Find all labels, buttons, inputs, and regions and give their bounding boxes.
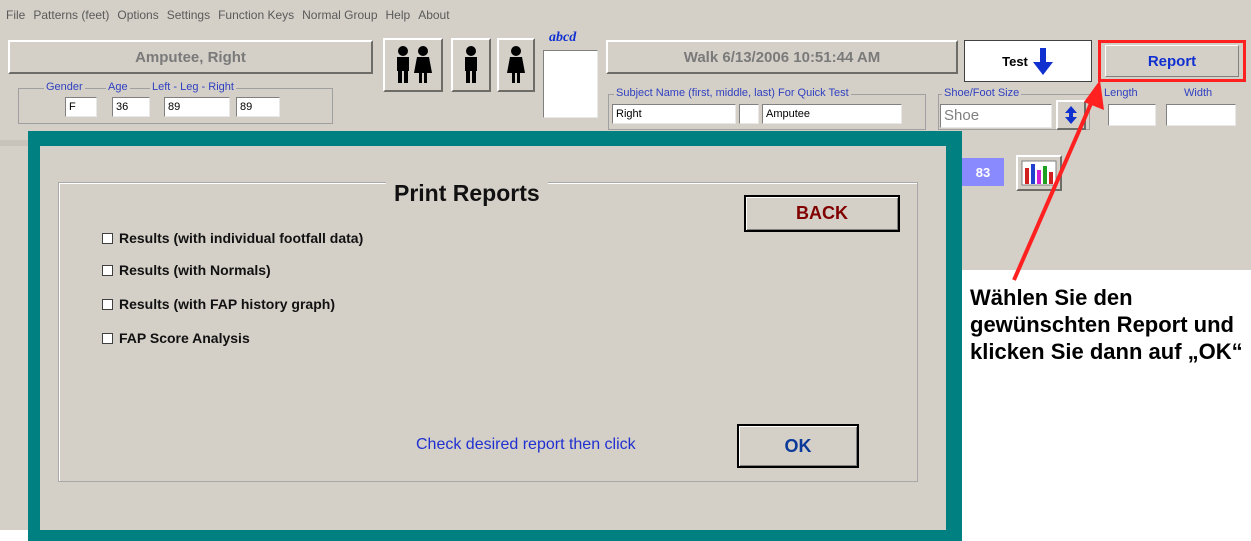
gender-field[interactable]: F <box>65 97 97 117</box>
report-option-label: Results (with individual footfall data) <box>119 230 364 246</box>
middle-name-field[interactable] <box>739 104 759 124</box>
report-label: Report <box>1105 45 1239 77</box>
report-button[interactable]: Report <box>1098 40 1246 82</box>
abcd-label: abcd <box>549 30 577 45</box>
menu-bar: File Patterns (feet) Options Settings Fu… <box>0 0 960 30</box>
menu-function-keys[interactable]: Function Keys <box>218 8 294 22</box>
report-option-fap-score[interactable]: FAP Score Analysis <box>102 330 250 346</box>
woman-icon <box>507 46 525 83</box>
right-leg-field[interactable]: 89 <box>236 97 280 117</box>
width-label: Width <box>1184 87 1213 99</box>
menu-file[interactable]: File <box>6 8 25 22</box>
gender-label: Gender <box>44 81 85 93</box>
group-figure-button[interactable] <box>383 38 443 92</box>
annotation-callout: Wählen Sie den gewünschten Report und kl… <box>970 285 1243 364</box>
man-icon <box>465 46 477 83</box>
length-field[interactable] <box>1108 104 1156 126</box>
report-option-normals[interactable]: Results (with Normals) <box>102 262 271 278</box>
menu-options[interactable]: Options <box>117 8 158 22</box>
width-field[interactable] <box>1166 104 1236 126</box>
left-leg-field[interactable]: 89 <box>164 97 230 117</box>
report-option-label: Results (with Normals) <box>119 262 271 278</box>
checkbox[interactable] <box>102 264 113 276</box>
subject-label: Subject Name (first, middle, last) For Q… <box>614 87 851 99</box>
dialog-title: Print Reports <box>386 180 548 207</box>
couple-icon <box>397 46 432 83</box>
checkbox[interactable] <box>102 332 113 344</box>
report-option-label: Results (with FAP history graph) <box>119 296 335 312</box>
patient-name-button[interactable]: Amputee, Right <box>8 40 373 74</box>
report-option-label: FAP Score Analysis <box>119 330 250 346</box>
first-name-field[interactable]: Right <box>612 104 736 124</box>
instruction-text: Check desired report then click <box>416 436 636 453</box>
annotation-arrow-icon <box>1012 80 1104 281</box>
age-field[interactable]: 36 <box>112 97 150 117</box>
menu-settings[interactable]: Settings <box>167 8 210 22</box>
walk-session-button[interactable]: Walk 6/13/2006 10:51:44 AM <box>606 40 958 74</box>
menu-help[interactable]: Help <box>386 8 411 22</box>
leg-label: Left - Leg - Right <box>150 81 236 93</box>
last-name-field[interactable]: Amputee <box>762 104 902 124</box>
signature-box[interactable] <box>543 50 598 118</box>
report-option-fap-history[interactable]: Results (with FAP history graph) <box>102 296 335 312</box>
age-label: Age <box>106 81 130 93</box>
menu-about[interactable]: About <box>418 8 449 22</box>
back-button[interactable]: BACK <box>744 195 900 232</box>
score-badge: 83 <box>962 158 1004 186</box>
menu-normal-group[interactable]: Normal Group <box>302 8 377 22</box>
checkbox[interactable] <box>102 298 113 310</box>
report-option-individual[interactable]: Results (with individual footfall data) <box>102 230 363 246</box>
male-figure-button[interactable] <box>451 38 491 92</box>
test-label: Test <box>1002 53 1028 69</box>
menu-patterns[interactable]: Patterns (feet) <box>33 8 109 22</box>
checkbox[interactable] <box>102 232 113 244</box>
female-figure-button[interactable] <box>497 38 535 92</box>
ok-button[interactable]: OK <box>737 424 859 468</box>
